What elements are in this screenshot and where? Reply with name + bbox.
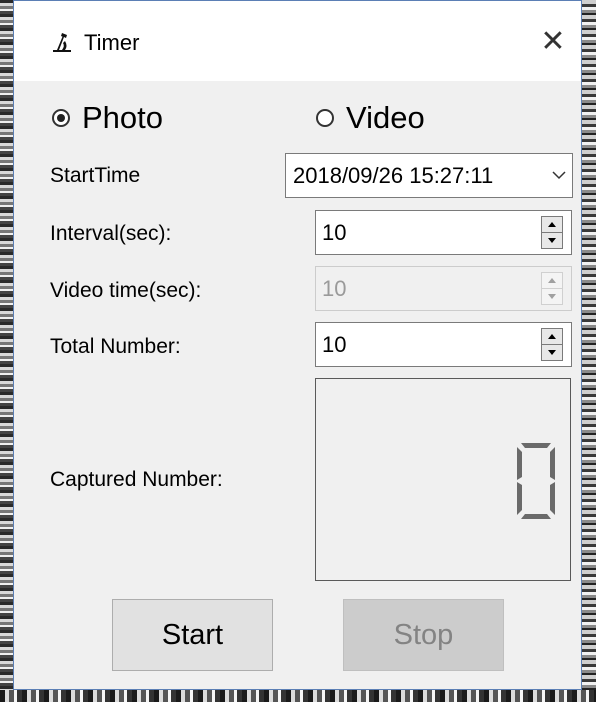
video-time-spin-buttons	[541, 272, 563, 305]
total-number-spin-buttons	[541, 328, 563, 361]
spin-up-icon[interactable]	[542, 217, 562, 233]
spin-down-icon[interactable]	[542, 345, 562, 360]
start-button[interactable]: Start	[112, 599, 273, 671]
radio-video-label: Video	[346, 100, 425, 135]
window-title: Timer	[84, 30, 140, 55]
spin-down-icon[interactable]	[542, 233, 562, 248]
radio-checked-icon	[52, 109, 70, 127]
chevron-down-icon[interactable]	[546, 154, 572, 197]
video-time-label: Video time(sec):	[50, 279, 202, 302]
total-number-stepper[interactable]: 10	[315, 322, 572, 367]
close-button[interactable]: ✕	[525, 13, 581, 69]
interval-label: Interval(sec):	[50, 222, 172, 245]
title-bar[interactable]: Timer ✕	[14, 1, 581, 81]
background-image-left	[0, 0, 14, 702]
interval-value[interactable]: 10	[322, 220, 541, 246]
stop-button: Stop	[343, 599, 504, 671]
captured-number-label: Captured Number:	[50, 468, 223, 491]
timer-dialog: Timer ✕ Photo Video StartTime 2018/09/26…	[13, 0, 582, 690]
start-time-value: 2018/09/26 15:27:11	[293, 162, 494, 188]
spin-up-icon[interactable]	[542, 329, 562, 345]
start-time-label: StartTime	[50, 164, 141, 187]
spin-up-icon	[542, 273, 562, 289]
video-time-stepper: 10	[315, 266, 572, 311]
total-number-value[interactable]: 10	[322, 332, 541, 358]
spin-down-icon	[542, 289, 562, 304]
background-image-bottom	[0, 690, 596, 702]
interval-stepper[interactable]: 10	[315, 210, 572, 255]
captured-number-display: 0	[315, 378, 571, 581]
close-icon: ✕	[540, 24, 566, 58]
radio-photo-label: Photo	[82, 100, 164, 135]
radio-photo[interactable]: Photo	[52, 96, 163, 140]
lcd-digit-zero	[517, 443, 555, 519]
interval-spin-buttons	[541, 216, 563, 249]
start-time-picker[interactable]: 2018/09/26 15:27:11	[285, 153, 573, 198]
radio-video[interactable]: Video	[316, 96, 425, 140]
microscope-icon	[53, 33, 71, 52]
radio-unchecked-icon	[316, 109, 334, 127]
total-number-label: Total Number:	[50, 335, 181, 358]
video-time-value: 10	[322, 275, 347, 301]
